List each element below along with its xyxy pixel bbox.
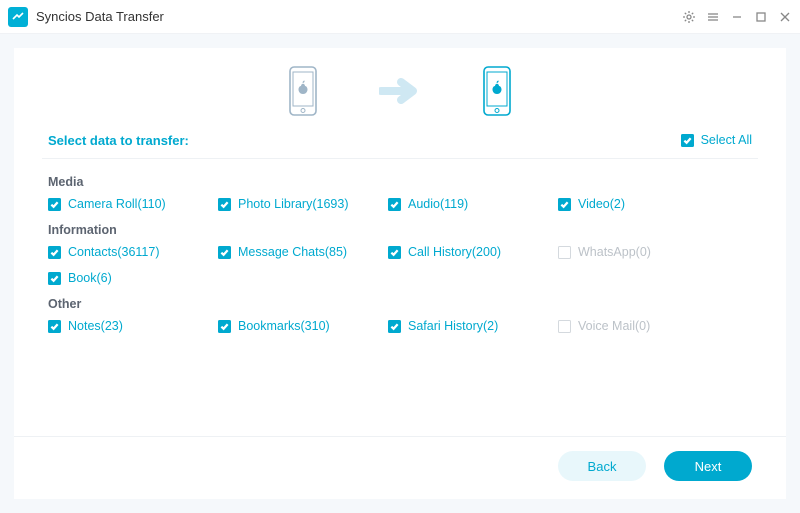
app-logo bbox=[8, 7, 28, 27]
maximize-icon[interactable] bbox=[754, 10, 768, 24]
checkbox-icon[interactable] bbox=[218, 246, 231, 259]
item-label: WhatsApp(0) bbox=[578, 245, 651, 259]
item-label: Audio(119) bbox=[408, 197, 468, 211]
group-title-other: Other bbox=[48, 297, 752, 311]
item-contacts[interactable]: Contacts(36117) bbox=[48, 245, 218, 259]
group-title-media: Media bbox=[48, 175, 752, 189]
titlebar: Syncios Data Transfer bbox=[0, 0, 800, 34]
data-groups: Media Camera Roll(110) Photo Library(169… bbox=[14, 169, 786, 436]
device-illustration bbox=[14, 48, 786, 130]
checkbox-icon[interactable] bbox=[558, 198, 571, 211]
main-panel: Select data to transfer: Select All Medi… bbox=[14, 48, 786, 499]
settings-icon[interactable] bbox=[682, 10, 696, 24]
item-label: Bookmarks(310) bbox=[238, 319, 330, 333]
item-photo-library[interactable]: Photo Library(1693) bbox=[218, 197, 388, 211]
item-audio[interactable]: Audio(119) bbox=[388, 197, 558, 211]
source-phone-icon bbox=[287, 66, 319, 116]
item-label: Call History(200) bbox=[408, 245, 501, 259]
checkbox-icon[interactable] bbox=[388, 198, 401, 211]
item-whatsapp: WhatsApp(0) bbox=[558, 245, 728, 259]
checkbox-icon[interactable] bbox=[48, 272, 61, 285]
checkbox-icon[interactable] bbox=[48, 320, 61, 333]
item-label: Book(6) bbox=[68, 271, 112, 285]
next-button[interactable]: Next bbox=[664, 451, 752, 481]
checkbox-icon bbox=[558, 246, 571, 259]
select-all-checkbox[interactable] bbox=[681, 134, 694, 147]
other-row-1: Notes(23) Bookmarks(310) Safari History(… bbox=[48, 319, 752, 333]
checkbox-icon[interactable] bbox=[388, 246, 401, 259]
item-voice-mail: Voice Mail(0) bbox=[558, 319, 728, 333]
item-label: Safari History(2) bbox=[408, 319, 498, 333]
media-row-1: Camera Roll(110) Photo Library(1693) Aud… bbox=[48, 197, 752, 211]
item-video[interactable]: Video(2) bbox=[558, 197, 728, 211]
close-icon[interactable] bbox=[778, 10, 792, 24]
titlebar-controls bbox=[682, 10, 792, 24]
section-title: Select data to transfer: bbox=[48, 133, 189, 148]
menu-icon[interactable] bbox=[706, 10, 720, 24]
information-row-1: Contacts(36117) Message Chats(85) Call H… bbox=[48, 245, 752, 259]
minimize-icon[interactable] bbox=[730, 10, 744, 24]
item-label: Contacts(36117) bbox=[68, 245, 160, 259]
item-label: Message Chats(85) bbox=[238, 245, 347, 259]
transfer-arrow-icon bbox=[379, 78, 421, 104]
information-row-2: Book(6) bbox=[48, 271, 752, 285]
item-label: Video(2) bbox=[578, 197, 625, 211]
checkbox-icon bbox=[558, 320, 571, 333]
item-label: Voice Mail(0) bbox=[578, 319, 650, 333]
target-phone-icon bbox=[481, 66, 513, 116]
checkbox-icon[interactable] bbox=[48, 246, 61, 259]
item-notes[interactable]: Notes(23) bbox=[48, 319, 218, 333]
app-title: Syncios Data Transfer bbox=[36, 9, 164, 24]
checkbox-icon[interactable] bbox=[218, 320, 231, 333]
item-bookmarks[interactable]: Bookmarks(310) bbox=[218, 319, 388, 333]
select-all-label: Select All bbox=[701, 133, 752, 147]
section-header: Select data to transfer: Select All bbox=[14, 130, 786, 158]
group-title-information: Information bbox=[48, 223, 752, 237]
select-all-toggle[interactable]: Select All bbox=[681, 133, 752, 147]
item-camera-roll[interactable]: Camera Roll(110) bbox=[48, 197, 218, 211]
app-window: Syncios Data Transfer bbox=[0, 0, 800, 513]
checkbox-icon[interactable] bbox=[218, 198, 231, 211]
checkbox-icon[interactable] bbox=[388, 320, 401, 333]
item-label: Camera Roll(110) bbox=[68, 197, 166, 211]
divider bbox=[42, 158, 758, 159]
item-book[interactable]: Book(6) bbox=[48, 271, 218, 285]
item-call-history[interactable]: Call History(200) bbox=[388, 245, 558, 259]
content-area: Select data to transfer: Select All Medi… bbox=[0, 34, 800, 513]
item-label: Notes(23) bbox=[68, 319, 123, 333]
item-label: Photo Library(1693) bbox=[238, 197, 348, 211]
item-message-chats[interactable]: Message Chats(85) bbox=[218, 245, 388, 259]
footer-buttons: Back Next bbox=[14, 436, 786, 499]
back-button[interactable]: Back bbox=[558, 451, 646, 481]
item-safari-history[interactable]: Safari History(2) bbox=[388, 319, 558, 333]
checkbox-icon[interactable] bbox=[48, 198, 61, 211]
